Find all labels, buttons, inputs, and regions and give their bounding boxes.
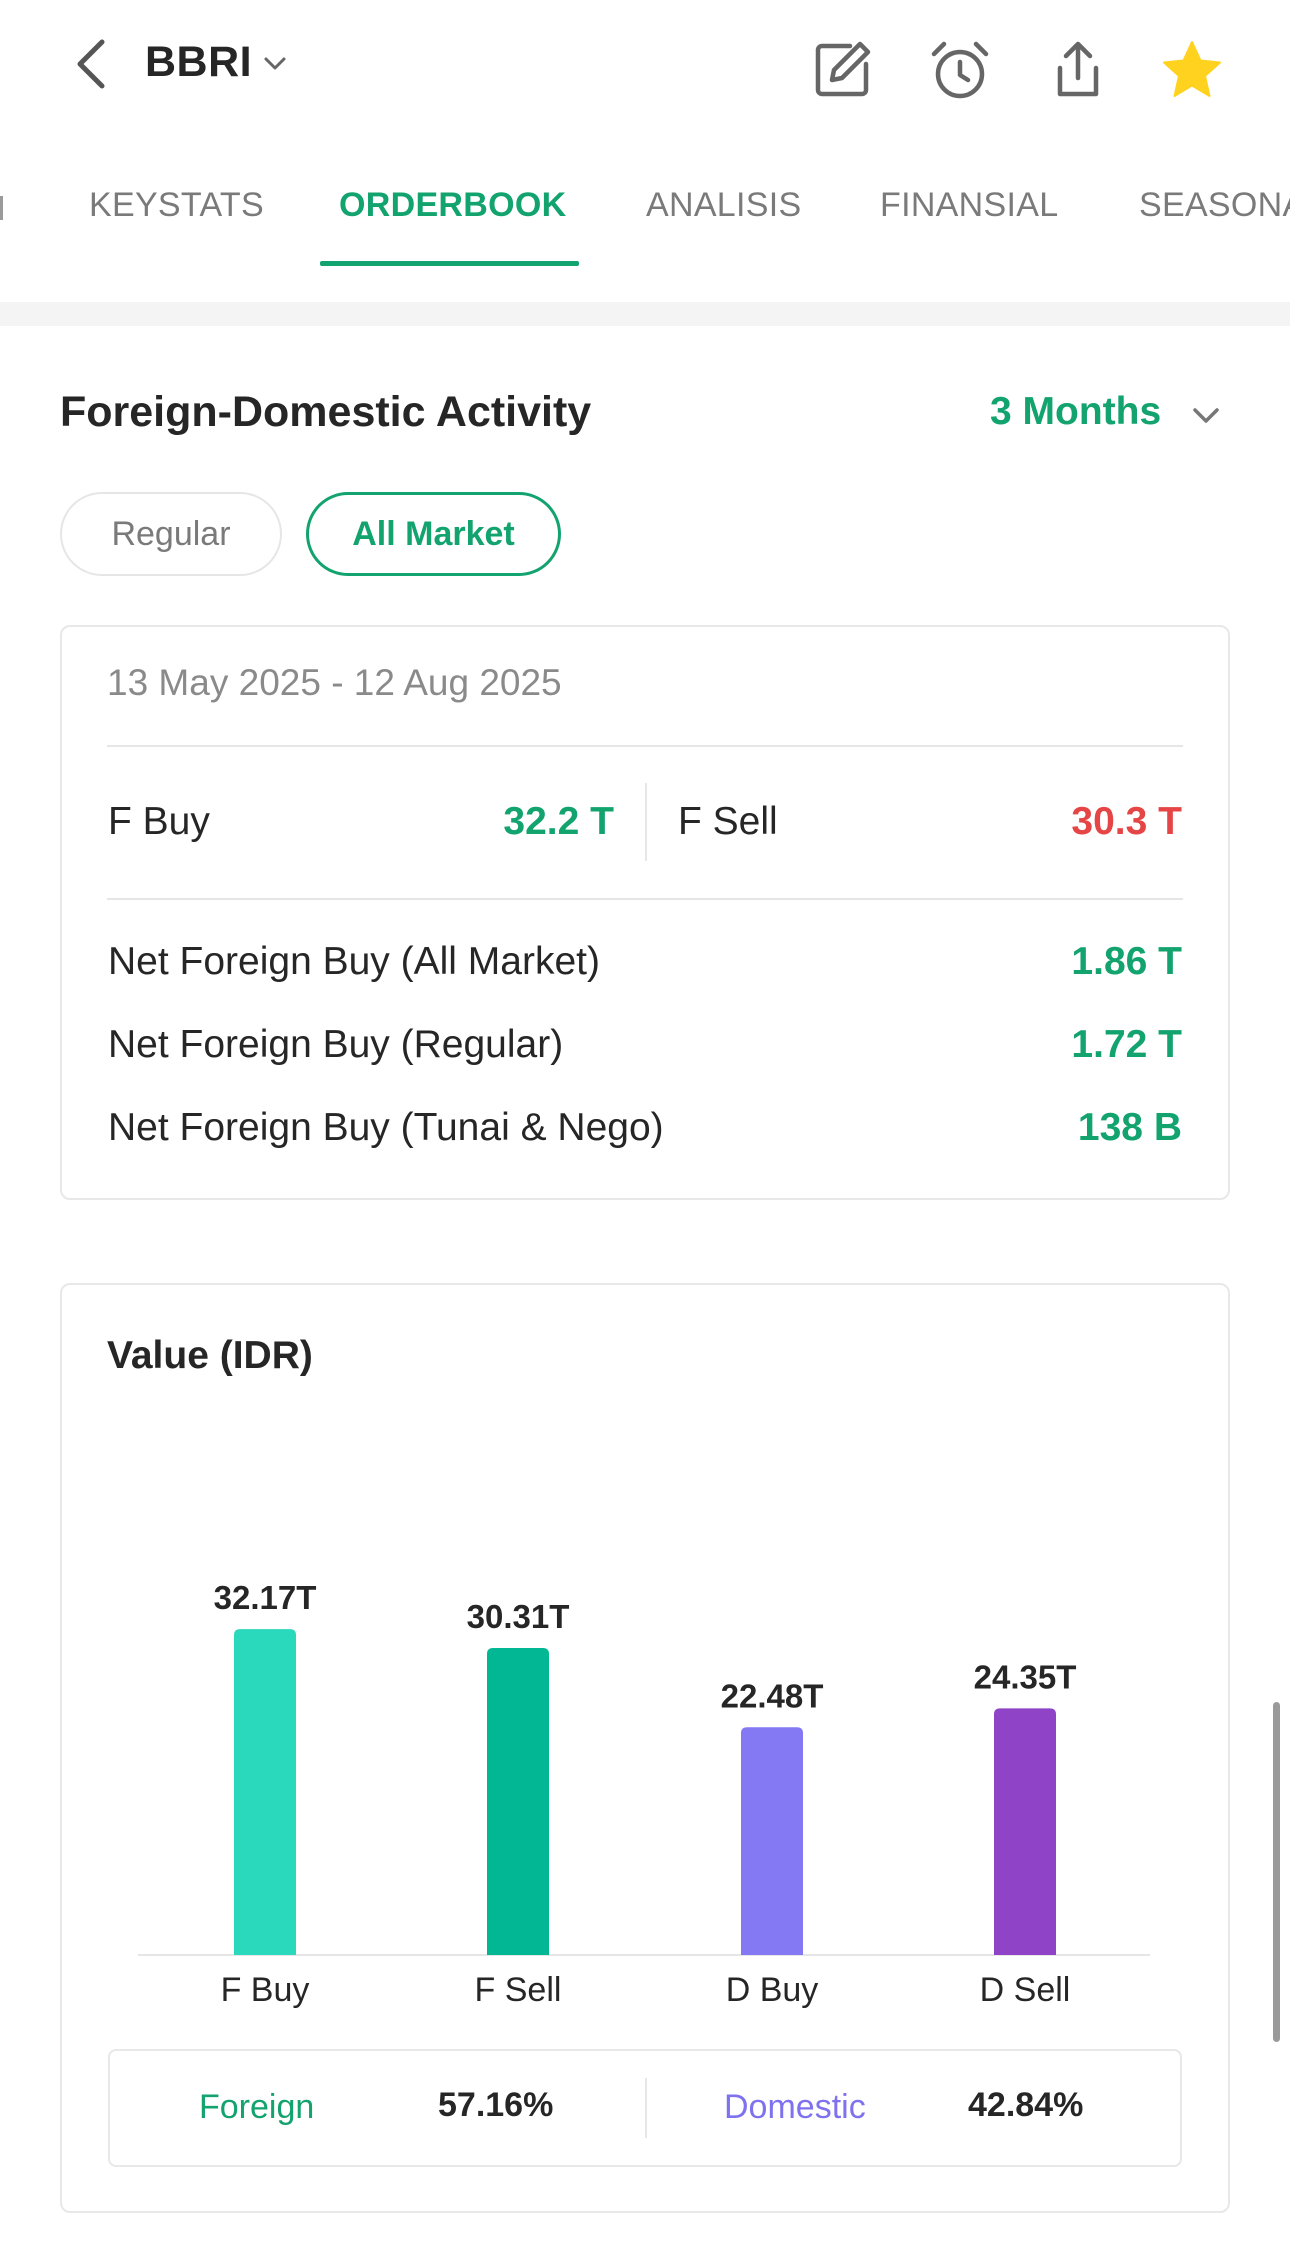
tab-keystats[interactable]: KEYSTATS — [89, 186, 264, 225]
tab-orderbook[interactable]: ORDERBOOK — [339, 186, 567, 225]
tab-overflow-indicator — [0, 196, 3, 220]
tab-analisis[interactable]: ANALISIS — [646, 186, 801, 225]
bar-d-buy[interactable] — [741, 1727, 803, 1955]
chevron-down-icon — [264, 57, 286, 70]
foreign-share-value: 57.16% — [438, 2086, 554, 2124]
f-sell-value: 30.3 T — [1071, 800, 1182, 843]
date-range: 13 May 2025 - 12 Aug 2025 — [107, 662, 562, 703]
chevron-down-icon — [1193, 408, 1219, 423]
net-foreign-tunai-nego-label: Net Foreign Buy (Tunai & Nego) — [108, 1106, 664, 1149]
period-selector[interactable]: 3 Months — [990, 390, 1161, 434]
share-icon — [1057, 41, 1099, 97]
alarm-button[interactable] — [928, 38, 992, 102]
ticker-symbol[interactable]: BBRI — [145, 38, 252, 87]
net-foreign-regular-value: 1.72 T — [1071, 1023, 1182, 1066]
chevron-left-icon — [77, 39, 105, 89]
net-foreign-all-value: 1.86 T — [1071, 940, 1182, 983]
f-buy-label: F Buy — [108, 800, 210, 843]
net-foreign-tunai-nego-value: 138 B — [1077, 1106, 1182, 1149]
active-tab-indicator — [320, 261, 579, 266]
alarm-clock-icon — [931, 41, 989, 99]
bar-d-sell[interactable] — [994, 1708, 1056, 1955]
tab-seasonality[interactable]: SEASONA — [1139, 186, 1290, 225]
edit-button[interactable] — [810, 38, 874, 102]
f-buy-value: 32.2 T — [503, 800, 614, 843]
domestic-share-label: Domestic — [724, 2088, 866, 2126]
back-button[interactable] — [72, 36, 112, 92]
star-icon — [1163, 41, 1221, 97]
scrollbar[interactable] — [1273, 1702, 1280, 2042]
bar-f-buy[interactable] — [234, 1629, 296, 1955]
edit-icon — [815, 41, 871, 97]
net-foreign-regular-label: Net Foreign Buy (Regular) — [108, 1023, 564, 1066]
x-tick-label: F Sell — [475, 1971, 562, 2009]
toggle-regular[interactable]: Regular — [60, 492, 282, 576]
f-sell-label: F Sell — [678, 800, 778, 843]
bar-value-label: 22.48T — [721, 1677, 824, 1714]
watchlist-button[interactable] — [1160, 38, 1224, 102]
x-tick-label: D Buy — [726, 1971, 819, 2009]
foreign-share-label: Foreign — [199, 2088, 315, 2126]
period-dropdown[interactable] — [1190, 404, 1222, 428]
divider — [107, 745, 1183, 747]
ticker-dropdown[interactable] — [262, 52, 288, 74]
net-foreign-all-label: Net Foreign Buy (All Market) — [108, 940, 600, 983]
divider — [645, 783, 647, 861]
x-tick-label: F Buy — [221, 1971, 310, 2009]
section-divider — [0, 302, 1290, 326]
domestic-share-value: 42.84% — [968, 2086, 1084, 2124]
divider — [645, 2078, 647, 2138]
share-button[interactable] — [1046, 38, 1110, 102]
x-tick-label: D Sell — [980, 1971, 1071, 2009]
tab-finansial[interactable]: FINANSIAL — [880, 186, 1058, 225]
bar-f-sell[interactable] — [487, 1647, 549, 1955]
bar-value-label: 32.17T — [214, 1579, 317, 1616]
value-bar-chart: 32.17T F Buy 30.31T F Sell 22.48T D Buy 24.35T… — [138, 1579, 1150, 2009]
section-title: Foreign-Domestic Activity — [60, 388, 592, 436]
divider — [107, 898, 1183, 900]
bar-value-label: 24.35T — [974, 1658, 1077, 1695]
bar-value-label: 30.31T — [467, 1598, 570, 1635]
toggle-all-market[interactable]: All Market — [306, 492, 561, 576]
